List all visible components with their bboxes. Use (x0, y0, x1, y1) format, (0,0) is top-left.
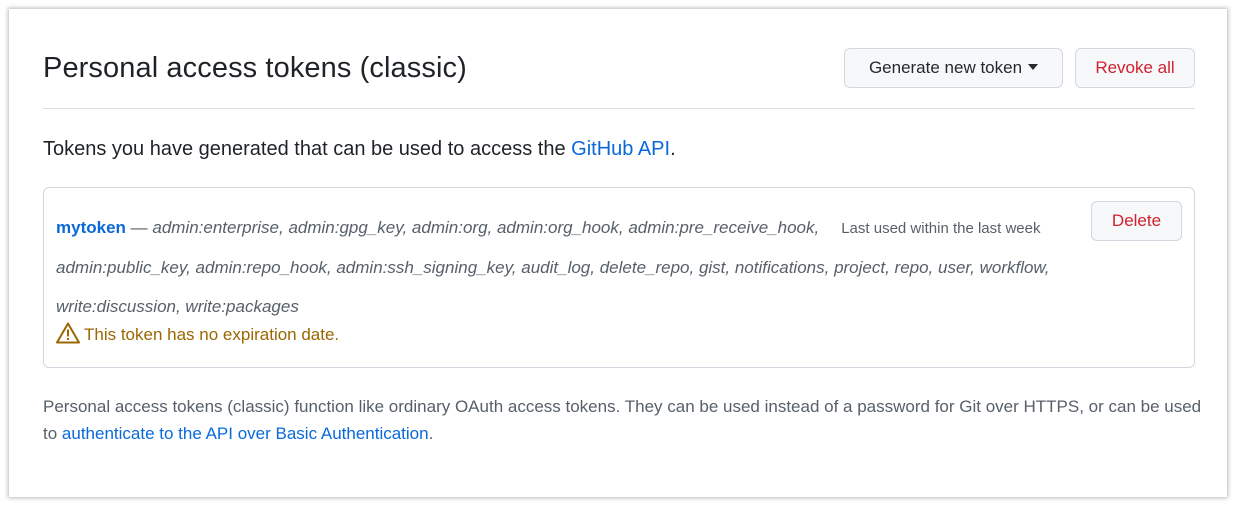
github-api-link[interactable]: GitHub API (571, 138, 670, 160)
token-name-link[interactable]: mytoken (56, 218, 126, 237)
token-scopes-text: admin:enterprise, admin:gpg_key, admin:o… (152, 218, 820, 237)
basic-auth-link[interactable]: authenticate to the API over Basic Authe… (62, 424, 429, 443)
footer-note-suffix: . (428, 424, 434, 443)
delete-token-button[interactable]: Delete (1091, 201, 1182, 241)
generate-new-token-label: Generate new token (868, 58, 1023, 77)
token-description: mytoken — admin:enterprise, admin:gpg_ke… (56, 208, 1086, 326)
intro-text: Tokens you have generated that can be us… (43, 136, 676, 162)
token-last-used: Last used within the last week (841, 220, 1041, 237)
alert-triangle-icon (56, 322, 80, 344)
token-expiration-warning: This token has no expiration date. (56, 322, 339, 348)
intro-text-suffix: . (670, 138, 676, 160)
token-warning-text: This token has no expiration date. (84, 325, 340, 344)
token-separator: — (125, 218, 153, 237)
intro-text-body: Tokens you have generated that can be us… (43, 138, 572, 160)
token-scopes: admin:enterprise, admin:gpg_key, admin:o… (56, 218, 1050, 316)
page-title: Personal access tokens (classic) (43, 52, 467, 84)
settings-panel: Personal access tokens (classic) Generat… (9, 9, 1227, 497)
caret-down-icon (1028, 64, 1039, 70)
generate-new-token-button[interactable]: Generate new token (844, 48, 1063, 88)
footer-note: Personal access tokens (classic) functio… (43, 393, 1203, 447)
page-header: Personal access tokens (classic) Generat… (43, 48, 1195, 109)
token-list-item: mytoken — admin:enterprise, admin:gpg_ke… (43, 187, 1195, 368)
revoke-all-button[interactable]: Revoke all (1075, 48, 1195, 88)
token-scopes-continued: admin:public_key, admin:repo_hook, admin… (56, 258, 1050, 316)
